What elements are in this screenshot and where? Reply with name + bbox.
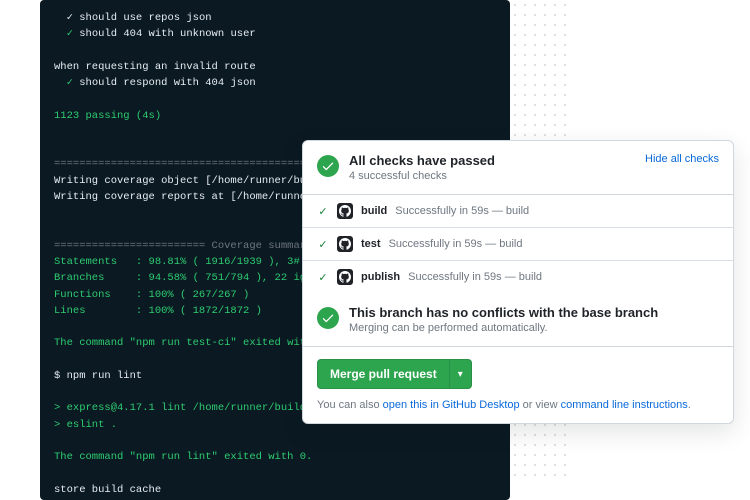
cli-instructions-link[interactable]: command line instructions — [561, 399, 688, 411]
github-icon — [337, 269, 353, 285]
check-name: test — [361, 238, 381, 250]
check-success-icon: ✓ — [317, 205, 329, 218]
success-icon — [317, 307, 339, 329]
github-icon — [337, 203, 353, 219]
hide-checks-link[interactable]: Hide all checks — [645, 153, 719, 165]
conflicts-section: This branch has no conflicts with the ba… — [303, 293, 733, 347]
check-detail: Successfully in 59s — build — [389, 238, 523, 250]
check-row[interactable]: ✓ build Successfully in 59s — build — [303, 195, 733, 228]
github-icon — [337, 236, 353, 252]
conflicts-title: This branch has no conflicts with the ba… — [349, 305, 719, 320]
merge-dropdown-button[interactable]: ▾ — [450, 359, 472, 389]
check-detail: Successfully in 59s — build — [408, 271, 542, 283]
checks-list[interactable]: ✓ build Successfully in 59s — build ✓ test Su… — [303, 195, 733, 293]
merge-pull-request-button[interactable]: Merge pull request — [317, 359, 450, 389]
conflicts-subtitle: Merging can be performed automatically. — [349, 322, 719, 334]
success-icon — [317, 155, 339, 177]
check-name: build — [361, 205, 387, 217]
check-row[interactable]: ✓ publish Successfully in 59s — build — [303, 261, 733, 293]
checks-panel: All checks have passed 4 successful chec… — [302, 140, 734, 424]
merge-help-text: You can also open this in GitHub Desktop… — [317, 399, 691, 411]
check-detail: Successfully in 59s — build — [395, 205, 529, 217]
check-name: publish — [361, 271, 400, 283]
check-row[interactable]: ✓ test Successfully in 59s — build — [303, 228, 733, 261]
checks-subtitle: 4 successful checks — [349, 170, 635, 182]
merge-section: Merge pull request ▾ You can also open t… — [303, 347, 733, 423]
check-success-icon: ✓ — [317, 271, 329, 284]
checks-header: All checks have passed 4 successful chec… — [303, 141, 733, 195]
open-desktop-link[interactable]: open this in GitHub Desktop — [383, 399, 520, 411]
merge-button-group: Merge pull request ▾ — [317, 359, 472, 389]
check-success-icon: ✓ — [317, 238, 329, 251]
checks-title: All checks have passed — [349, 153, 635, 168]
